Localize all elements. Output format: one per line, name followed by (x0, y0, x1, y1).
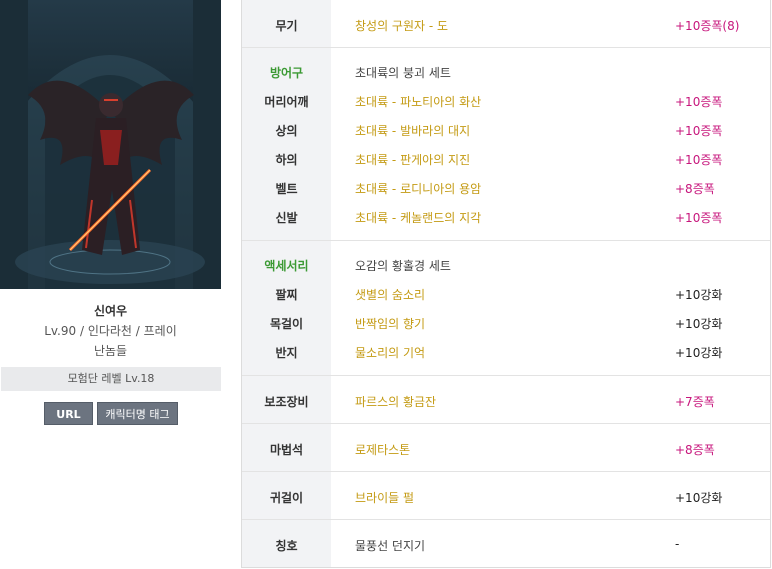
necklace-enhance: +10강화 (675, 317, 723, 331)
weapon-item[interactable]: 창성의 구원자 - 도 (355, 17, 448, 34)
bottom-label: 하의 (275, 153, 298, 167)
magicstone-label: 마법석 (269, 443, 304, 457)
accessory-section-label: 액세서리 (264, 259, 309, 273)
shoes-item[interactable]: 초대륙 - 케놀랜드의 지각 (355, 209, 481, 226)
magicstone-enhance: +8증폭 (675, 443, 715, 457)
magicstone-item[interactable]: 로제타스톤 (355, 441, 410, 458)
top-enhance: +10증폭 (675, 124, 723, 138)
url-button[interactable]: URL (44, 402, 93, 425)
character-guild: 난놈들 (93, 344, 128, 358)
character-tag-button[interactable]: 캐릭터명 태그 (97, 402, 178, 425)
earring-enhance: +10강화 (675, 491, 723, 505)
equipment-table: 무기 창성의 구원자 - 도 +10증폭(8) 방어구 초대륙의 붕괴 세트 머… (241, 0, 771, 568)
belt-enhance: +8증폭 (675, 182, 715, 196)
head-shoulder-label: 머리어깨 (264, 95, 309, 109)
earring-item[interactable]: 브라이들 펄 (355, 489, 414, 506)
row-divider (242, 240, 770, 241)
bracelet-item[interactable]: 샛별의 숨소리 (355, 286, 425, 303)
bottom-item[interactable]: 초대륙 - 판게아의 지진 (355, 151, 470, 168)
title-item[interactable]: 물풍선 던지기 (355, 537, 425, 554)
character-portrait-art (0, 0, 221, 289)
subweapon-enhance: +7증폭 (675, 395, 715, 409)
row-divider (242, 519, 770, 520)
adventure-level: 모험단 레벨 Lv.18 (1, 367, 221, 391)
subweapon-item[interactable]: 파르스의 황금잔 (355, 393, 436, 410)
bottom-enhance: +10증폭 (675, 153, 723, 167)
ring-label: 반지 (275, 346, 298, 360)
head-shoulder-item[interactable]: 초대륙 - 파노티아의 화산 (355, 93, 481, 110)
ring-enhance: +10강화 (675, 346, 723, 360)
row-divider (242, 423, 770, 424)
accessory-set-name: 오감의 황홀경 세트 (355, 259, 451, 273)
shoes-enhance: +10증폭 (675, 211, 723, 225)
head-shoulder-enhance: +10증폭 (675, 95, 723, 109)
necklace-label: 목걸이 (269, 317, 304, 331)
title-label: 칭호 (275, 539, 298, 553)
shoes-label: 신발 (275, 211, 298, 225)
belt-item[interactable]: 초대륙 - 로디니아의 용암 (355, 180, 481, 197)
ring-item[interactable]: 물소리의 기억 (355, 344, 425, 361)
row-divider (242, 375, 770, 376)
weapon-enhance: +10증폭(8) (675, 19, 740, 33)
row-divider (242, 47, 770, 48)
character-level-class: Lv.90 / 인다라천 / 프레이 (44, 324, 177, 338)
armor-section-label: 방어구 (269, 66, 304, 80)
necklace-item[interactable]: 반짝임의 향기 (355, 315, 425, 332)
top-item[interactable]: 초대륙 - 발바라의 대지 (355, 122, 470, 139)
title-enhance: - (675, 537, 680, 551)
character-panel: 신여우 Lv.90 / 인다라천 / 프레이 난놈들 모험단 레벨 Lv.18 … (0, 0, 222, 569)
top-label: 상의 (275, 124, 298, 138)
bracelet-enhance: +10강화 (675, 288, 723, 302)
earring-label: 귀걸이 (269, 491, 304, 505)
label-column (242, 0, 331, 567)
row-divider (242, 471, 770, 472)
armor-set-name: 초대륙의 붕괴 세트 (355, 66, 451, 80)
weapon-label: 무기 (275, 19, 298, 33)
subweapon-label: 보조장비 (264, 395, 309, 409)
character-portrait (0, 0, 221, 289)
bracelet-label: 팔찌 (275, 288, 298, 302)
belt-label: 벨트 (275, 182, 298, 196)
character-name: 신여우 (93, 304, 128, 318)
